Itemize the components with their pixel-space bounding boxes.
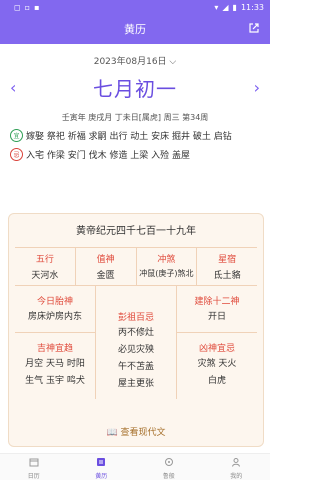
- book-icon: 📖: [106, 428, 118, 438]
- user-icon: [232, 458, 241, 467]
- yi-badge: 宜: [10, 129, 23, 142]
- xiongshen-block: 凶神宜忌 灾煞 天火 白虎: [177, 333, 257, 396]
- prev-day-arrow-icon[interactable]: ‹: [10, 78, 16, 97]
- jianchu-value: 开日: [207, 312, 226, 322]
- tab-almanac-label: 黄历: [95, 473, 108, 480]
- status-left: ◻ ▫ ▪: [14, 3, 39, 12]
- pengzu-line4: 屋主更张: [117, 379, 154, 389]
- taishen-label: 今日胎神: [36, 297, 73, 307]
- lunar-date: 七月初一: [93, 77, 177, 101]
- info-grid: 五行 天河水 值神 金匮 冲煞 冲鼠(庚子)煞北 星宿 氐土貉: [15, 247, 257, 286]
- tab-mine-label: 我的: [230, 473, 243, 480]
- wuxing-cell: 五行 天河水: [15, 248, 76, 285]
- xingxiu-cell: 星宿 氐土貉: [197, 248, 257, 285]
- ji-badge: 忌: [10, 148, 23, 161]
- app-bar: 黄历: [0, 14, 270, 44]
- view-modern-label: 查看现代文: [120, 428, 166, 438]
- jishen-line2: 生气 玉宇 鸣犬: [25, 376, 85, 386]
- pengzu-block: 彭祖百忌 丙不修灶 必见灾殃 午不苫盖 屋主更张: [96, 286, 176, 399]
- ji-row: 忌 入宅 作梁 安门 伐木 修造 上梁 入殓 盖屋: [10, 148, 260, 161]
- pengzu-line1: 丙不修灶: [117, 328, 154, 338]
- tool-icon: [164, 458, 173, 466]
- status-bar: ◻ ▫ ▪ ▾ ◢ ▮ 11:33: [0, 0, 270, 14]
- taishen-value: 房床炉房内东: [27, 312, 82, 322]
- taishen-block: 今日胎神 房床炉房内东: [15, 286, 95, 333]
- status-time: 11:33: [240, 2, 264, 12]
- wuxing-value: 天河水: [31, 271, 59, 281]
- wuxing-label: 五行: [35, 255, 54, 265]
- pengzu-label: 彭祖百忌: [117, 313, 154, 323]
- jianchu-label: 建除十二神: [194, 297, 240, 307]
- tab-almanac[interactable]: 黄历: [68, 454, 136, 480]
- tab-calendar[interactable]: 日历: [0, 454, 68, 480]
- zhishen-value: 金匮: [96, 271, 115, 281]
- page-title: 黄历: [124, 23, 146, 36]
- chongsha-value: 冲鼠(庚子)煞北: [139, 269, 194, 278]
- notification-icon: ◻: [14, 2, 21, 12]
- chongsha-cell: 冲煞 冲鼠(庚子)煞北: [137, 248, 198, 285]
- left-col: 今日胎神 房床炉房内东 吉神宜趋 月空 天马 时阳 生气 玉宇 鸣犬: [15, 286, 96, 399]
- ganzhi-info: 壬寅年 庚戌月 丁未日[属虎] 周三 第34周: [61, 113, 209, 122]
- xingxiu-label: 星宿: [218, 255, 237, 265]
- zhishen-label: 值神: [96, 255, 115, 265]
- yi-text: 嫁娶 祭祀 祈福 求嗣 出行 动土 安床 掘井 破土 启钻: [26, 132, 232, 142]
- jishen-line1: 月空 天马 时阳: [25, 359, 85, 369]
- signal-bars-icon: ◢: [222, 2, 229, 12]
- battery-icon: ▮: [232, 2, 237, 12]
- wifi-icon: ▾: [214, 2, 219, 12]
- xiongshen-line2: 白虎: [207, 376, 226, 386]
- pengzu-line3: 午不苫盖: [117, 362, 154, 372]
- tab-calendar-label: 日历: [27, 473, 40, 480]
- center-col: 彭祖百忌 丙不修灶 必见灾殃 午不苫盖 屋主更张: [96, 286, 177, 399]
- share-icon[interactable]: [248, 22, 260, 34]
- signal-icon: ▫: [24, 2, 31, 12]
- view-modern-link[interactable]: 📖 查看现代文: [9, 425, 263, 438]
- zhishen-cell: 值神 金匮: [76, 248, 137, 285]
- tab-luban-label: 鲁般: [162, 473, 175, 480]
- chongsha-label: 冲煞: [157, 255, 176, 265]
- solar-date: 2023年08月16日: [93, 57, 167, 67]
- status-right: ▾ ◢ ▮ 11:33: [214, 3, 264, 12]
- almanac-card: 黄帝纪元四千七百一十九年 五行 天河水 值神 金匮 冲煞 冲鼠(庚子)煞北 星宿…: [8, 213, 264, 447]
- xiongshen-line1: 灾煞 天火: [197, 359, 237, 369]
- xingxiu-value: 氐土貉: [213, 271, 241, 281]
- tab-mine[interactable]: 我的: [203, 454, 271, 480]
- xiongshen-label: 凶神宜忌: [198, 344, 235, 354]
- jianchu-block: 建除十二神 开日: [177, 286, 257, 333]
- detail-grid: 今日胎神 房床炉房内东 吉神宜趋 月空 天马 时阳 生气 玉宇 鸣犬 彭祖百忌 …: [15, 286, 257, 399]
- chevron-down-icon: ⌵: [169, 57, 177, 67]
- almanac-icon: [97, 458, 106, 466]
- tab-luban[interactable]: 鲁般: [135, 454, 203, 480]
- jishen-block: 吉神宜趋 月空 天马 时阳 生气 玉宇 鸣犬: [15, 333, 95, 396]
- right-col: 建除十二神 开日 凶神宜忌 灾煞 天火 白虎: [177, 286, 257, 399]
- yi-row: 宜 嫁娶 祭祀 祈福 求嗣 出行 动土 安床 掘井 破土 启钻: [10, 129, 260, 142]
- pengzu-line2: 必见灾殃: [117, 345, 154, 355]
- date-selector[interactable]: 2023年08月16日 ⌵: [0, 54, 270, 68]
- ji-text: 入宅 作梁 安门 伐木 修造 上梁 入殓 盖屋: [26, 151, 191, 161]
- calendar-icon: [29, 458, 39, 467]
- bottom-tab-bar: 日历 黄历 鲁般 我的: [0, 453, 270, 480]
- huangdi-year: 黄帝纪元四千七百一十九年: [76, 226, 196, 237]
- lock-icon: ▪: [34, 2, 40, 12]
- next-day-arrow-icon[interactable]: ›: [254, 78, 260, 97]
- lunar-row: ‹ 七月初一 ›: [0, 72, 270, 106]
- jishen-label: 吉神宜趋: [36, 344, 73, 354]
